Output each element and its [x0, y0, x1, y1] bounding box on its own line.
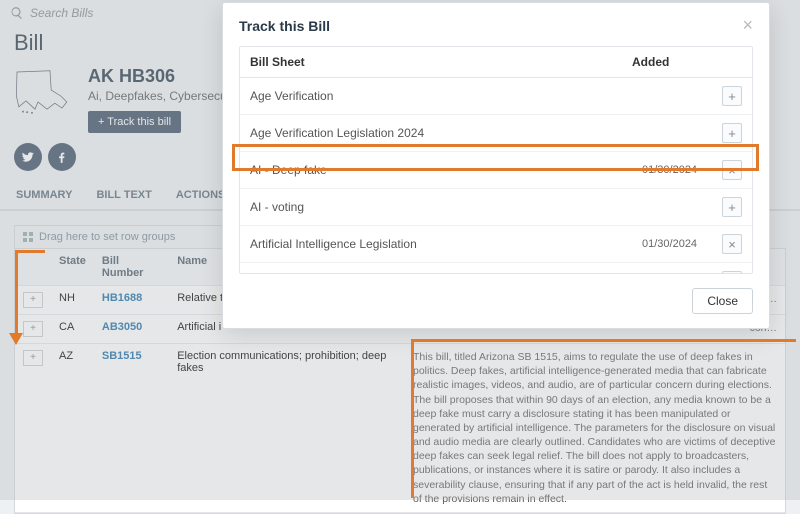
add-sheet-button[interactable]: + [722, 197, 742, 217]
sheet-row: Artificial Intelligence Legislation01/30… [240, 226, 752, 263]
remove-sheet-button[interactable]: × [722, 234, 742, 254]
bill-sheet-list[interactable]: Bill Sheet Added Age Verification+ Age V… [239, 46, 753, 274]
remove-sheet-button[interactable]: × [722, 160, 742, 180]
modal-title: Track this Bill [239, 18, 330, 34]
close-button[interactable]: Close [692, 288, 753, 314]
annotation-arrow [15, 250, 45, 340]
sheet-row: AI - Deep fake01/30/2024× [240, 152, 752, 189]
sheet-row: Artificial Intelligence Legislation 2019… [240, 263, 752, 274]
add-sheet-button[interactable]: + [722, 86, 742, 106]
col-bill-sheet: Bill Sheet [250, 55, 632, 69]
sheet-row: Age Verification+ [240, 78, 752, 115]
close-icon[interactable]: × [742, 15, 753, 36]
add-sheet-button[interactable]: + [722, 123, 742, 143]
col-added: Added [632, 55, 742, 69]
sheet-row: Age Verification Legislation 2024+ [240, 115, 752, 152]
sheet-row: AI - voting+ [240, 189, 752, 226]
track-bill-modal: Track this Bill × Bill Sheet Added Age V… [222, 2, 770, 329]
